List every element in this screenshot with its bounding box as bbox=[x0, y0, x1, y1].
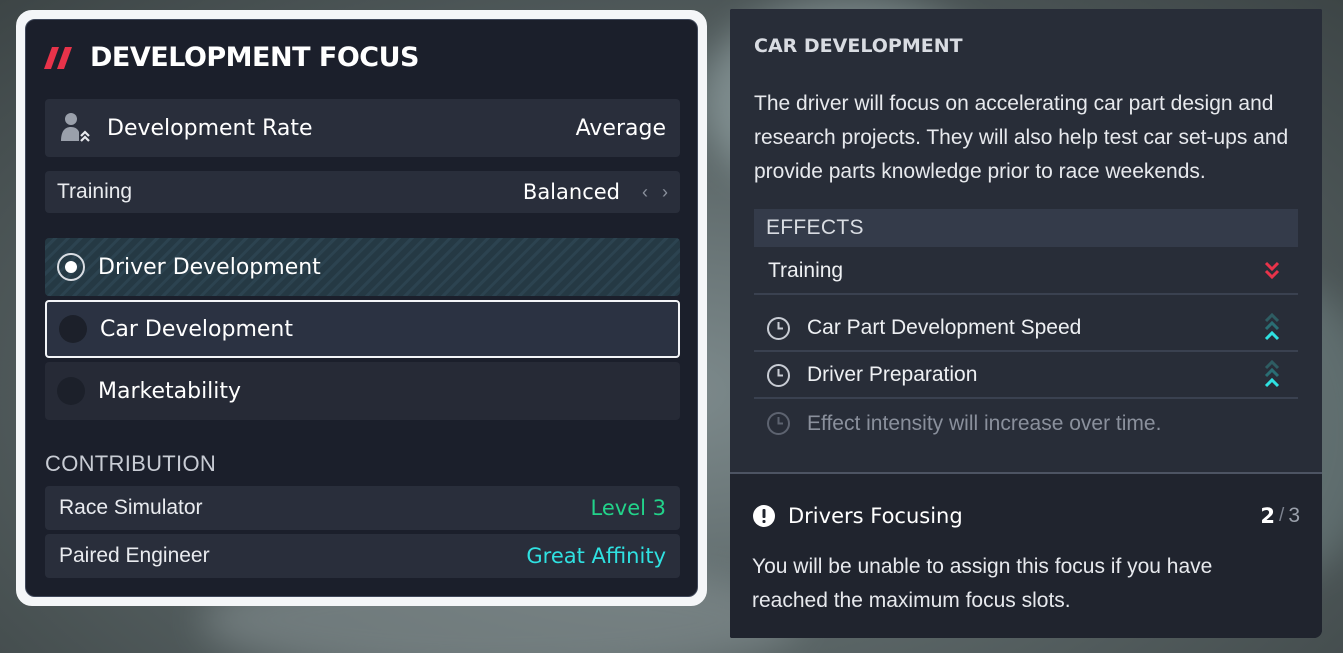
exclamation-icon bbox=[753, 505, 775, 527]
double-slash-icon bbox=[44, 46, 72, 69]
radio-icon[interactable] bbox=[57, 377, 85, 405]
training-value: Balanced bbox=[522, 180, 620, 204]
drivers-focusing-separator: / bbox=[1279, 505, 1285, 526]
car-development-detail-panel: CAR DEVELOPMENT The driver will focus on… bbox=[730, 9, 1322, 638]
contribution-row: Paired Engineer Great Affinity bbox=[45, 534, 680, 578]
option-marketability[interactable]: Marketability bbox=[45, 362, 680, 420]
drivers-focusing-label: Drivers Focusing bbox=[788, 504, 963, 528]
radio-icon[interactable] bbox=[59, 315, 87, 343]
chevron-up-icon bbox=[1264, 313, 1280, 341]
chevron-right-icon[interactable]: › bbox=[662, 182, 668, 203]
panel-header: DEVELOPMENT FOCUS bbox=[44, 42, 420, 73]
detail-title: CAR DEVELOPMENT bbox=[754, 35, 963, 57]
effect-label: Training bbox=[768, 259, 844, 282]
drivers-focusing-max: 3 bbox=[1288, 504, 1300, 527]
effect-label: Driver Preparation bbox=[807, 363, 978, 386]
radio-selected-icon[interactable] bbox=[57, 253, 85, 281]
development-rate-value: Average bbox=[575, 115, 666, 141]
contribution-title: CONTRIBUTION bbox=[45, 451, 217, 476]
chevron-up-icon bbox=[1264, 360, 1280, 388]
effect-note-text: Effect intensity will increase over time… bbox=[807, 411, 1162, 435]
effect-row-driver-preparation: Driver Preparation bbox=[754, 353, 1298, 399]
contribution-row: Race Simulator Level 3 bbox=[45, 486, 680, 530]
option-car-development[interactable]: Car Development bbox=[45, 300, 680, 358]
clock-icon bbox=[767, 412, 790, 435]
development-focus-panel: DEVELOPMENT FOCUS Development Rate Avera… bbox=[16, 10, 707, 606]
chevron-left-icon[interactable]: ‹ bbox=[642, 182, 648, 203]
driver-development-icon bbox=[61, 113, 90, 142]
double-chevron-down-icon bbox=[1264, 261, 1280, 280]
effect-intensity-note: Effect intensity will increase over time… bbox=[766, 411, 1161, 436]
drivers-focusing-current: 2 bbox=[1260, 504, 1276, 528]
option-label: Marketability bbox=[98, 378, 242, 404]
panel-title: DEVELOPMENT FOCUS bbox=[90, 42, 420, 73]
training-label: Training bbox=[57, 180, 133, 203]
clock-icon bbox=[767, 316, 790, 340]
effect-row-training: Training bbox=[754, 249, 1298, 295]
effect-label: Car Part Development Speed bbox=[807, 316, 1082, 339]
development-rate-label: Development Rate bbox=[107, 115, 313, 141]
training-selector[interactable]: Training Balanced ‹ › bbox=[45, 171, 680, 213]
drivers-focusing-row: Drivers Focusing 2 / 3 bbox=[752, 504, 1300, 528]
contribution-value: Level 3 bbox=[590, 496, 666, 520]
option-driver-development[interactable]: Driver Development bbox=[45, 238, 680, 296]
development-rate-row: Development Rate Average bbox=[45, 99, 680, 157]
detail-description: The driver will focus on accelerating ca… bbox=[754, 92, 1289, 183]
development-focus-panel-inner: DEVELOPMENT FOCUS Development Rate Avera… bbox=[25, 19, 698, 597]
drivers-focusing-description: You will be unable to assign this focus … bbox=[752, 555, 1213, 612]
effects-header: EFFECTS bbox=[754, 209, 1298, 247]
option-label: Driver Development bbox=[98, 254, 321, 280]
clock-icon bbox=[767, 363, 790, 387]
contribution-value: Great Affinity bbox=[526, 544, 666, 568]
contribution-label: Race Simulator bbox=[59, 496, 203, 519]
effect-row-car-part-development-speed: Car Part Development Speed bbox=[754, 306, 1298, 352]
contribution-label: Paired Engineer bbox=[59, 544, 210, 567]
option-label: Car Development bbox=[100, 316, 293, 342]
